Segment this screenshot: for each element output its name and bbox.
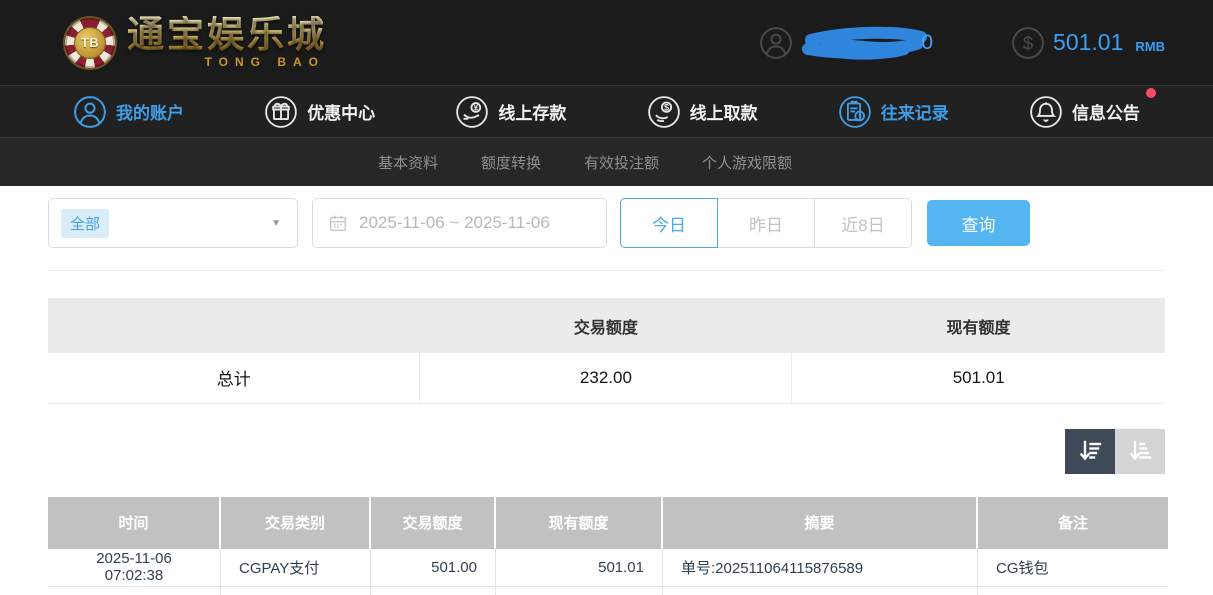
summary-header-empty xyxy=(48,298,420,353)
account-area: 0 $ 501.01 RMB xyxy=(759,25,1165,61)
balance-amount: 501.01 xyxy=(1053,29,1123,56)
category-selected-value: 全部 xyxy=(61,209,109,238)
nav-item-announcements[interactable]: 信息公告 xyxy=(1029,95,1140,129)
record-summary: 单号:202511064115876589 xyxy=(663,549,978,587)
summary-transaction-amount: 232.00 xyxy=(420,353,792,403)
table-row-partial xyxy=(48,587,1168,595)
sort-descending-button[interactable] xyxy=(1065,429,1115,474)
date-range-input[interactable]: 2025-11-06 ~ 2025-11-06 xyxy=(312,198,607,248)
record-current-amount: 501.01 xyxy=(496,549,663,587)
balance-currency: RMB xyxy=(1135,32,1165,54)
subnav-item-basic-info[interactable]: 基本资料 xyxy=(378,152,438,173)
brand-name-en: TONG BAO xyxy=(127,55,327,69)
records-header-current-amount: 现有额度 xyxy=(496,497,663,549)
records-header-row: 时间 交易类别 交易额度 现有额度 摘要 备注 xyxy=(48,497,1168,549)
summary-header-transaction-amount: 交易额度 xyxy=(420,298,792,353)
svg-text:$: $ xyxy=(664,102,669,112)
nav-label: 信息公告 xyxy=(1072,99,1140,124)
sort-ascending-button[interactable] xyxy=(1115,429,1165,474)
transaction-records-table: 时间 交易类别 交易额度 现有额度 摘要 备注 2025-11-06 07:02… xyxy=(48,497,1168,595)
subnav-item-valid-bets[interactable]: 有效投注额 xyxy=(584,152,659,173)
records-header-remark: 备注 xyxy=(978,497,1168,549)
user-icon xyxy=(759,26,793,60)
nav-label: 线上存款 xyxy=(498,99,566,124)
brand-name-cn: 通宝娱乐城 xyxy=(127,16,327,53)
nav-item-my-account[interactable]: 我的账户 xyxy=(73,95,184,129)
account-sub-navigation: 基本资料 额度转换 有效投注额 个人游戏限额 xyxy=(0,137,1213,186)
svg-text:$: $ xyxy=(1023,32,1033,53)
brand-logo[interactable]: TB 通宝娱乐城 TONG BAO xyxy=(65,16,327,69)
records-clipboard-clock-icon xyxy=(838,95,872,129)
filter-bar: 全部 ▼ 2025-11-06 ~ 2025-11-06 今日 昨日 近8日 查… xyxy=(48,198,1165,271)
brand-text: 通宝娱乐城 TONG BAO xyxy=(127,16,327,69)
svg-text:¥: ¥ xyxy=(474,102,479,112)
main-content: 全部 ▼ 2025-11-06 ~ 2025-11-06 今日 昨日 近8日 查… xyxy=(0,186,1213,595)
search-button[interactable]: 查询 xyxy=(927,200,1030,246)
nav-label: 优惠中心 xyxy=(307,99,375,124)
record-remark: CG钱包 xyxy=(978,549,1168,587)
calendar-icon xyxy=(327,212,349,234)
subnav-item-personal-game-limits[interactable]: 个人游戏限额 xyxy=(702,152,792,173)
records-header-transaction-amount: 交易额度 xyxy=(371,497,496,549)
username-display[interactable]: 0 xyxy=(759,25,933,61)
record-type: CGPAY支付 xyxy=(221,549,371,587)
nav-label: 我的账户 xyxy=(116,99,184,124)
nav-item-online-deposit[interactable]: ¥ 线上存款 xyxy=(455,95,566,129)
summary-current-amount: 501.01 xyxy=(792,353,1165,403)
summary-total-row: 总计 232.00 501.01 xyxy=(48,353,1165,403)
poker-chip-icon: TB xyxy=(65,18,115,68)
summary-total-label: 总计 xyxy=(48,353,420,403)
notification-dot xyxy=(1146,88,1156,98)
records-header-summary: 摘要 xyxy=(663,497,978,549)
balance-display[interactable]: $ 501.01 RMB xyxy=(1011,26,1165,60)
summary-table: 交易额度 现有额度 总计 232.00 501.01 xyxy=(48,298,1165,404)
nav-item-promotions[interactable]: 优惠中心 xyxy=(264,95,375,129)
quick-filter-yesterday-button[interactable]: 昨日 xyxy=(717,198,815,248)
date-range-value: 2025-11-06 ~ 2025-11-06 xyxy=(359,213,550,233)
chip-initials: TB xyxy=(74,27,106,59)
sort-ascending-icon xyxy=(1127,438,1153,464)
category-select[interactable]: 全部 ▼ xyxy=(48,198,298,248)
sort-descending-icon xyxy=(1077,438,1103,464)
subnav-item-credit-transfer[interactable]: 额度转换 xyxy=(481,152,541,173)
record-transaction-amount: 501.00 xyxy=(371,549,496,587)
summary-header-row: 交易额度 现有额度 xyxy=(48,298,1165,353)
summary-header-current-amount: 现有额度 xyxy=(792,298,1165,353)
nav-item-transaction-records[interactable]: 往来记录 xyxy=(838,95,949,129)
records-header-type: 交易类别 xyxy=(221,497,371,549)
dollar-icon: $ xyxy=(1011,26,1045,60)
quick-filter-today-button[interactable]: 今日 xyxy=(620,198,718,248)
record-time: 2025-11-06 07:02:38 xyxy=(48,549,221,587)
table-row: 2025-11-06 07:02:38 CGPAY支付 501.00 501.0… xyxy=(48,549,1168,587)
quick-range-button-group: 今日 昨日 近8日 xyxy=(620,198,912,248)
nav-label: 线上取款 xyxy=(690,99,758,124)
withdraw-hand-dollar-icon: $ xyxy=(647,95,681,129)
bell-icon xyxy=(1029,95,1063,129)
records-header-time: 时间 xyxy=(48,497,221,549)
nav-item-online-withdrawal[interactable]: $ 线上取款 xyxy=(647,95,758,129)
username-redaction-scribble xyxy=(801,25,929,61)
username-visible-suffix: 0 xyxy=(921,31,933,55)
chevron-down-icon: ▼ xyxy=(271,218,281,229)
deposit-hand-coin-icon: ¥ xyxy=(455,95,489,129)
gift-icon xyxy=(264,95,298,129)
sort-controls xyxy=(48,429,1165,474)
quick-filter-last8days-button[interactable]: 近8日 xyxy=(814,198,912,248)
main-navigation: 我的账户 优惠中心 ¥ 线上存款 $ 线上取款 xyxy=(0,85,1213,137)
user-icon xyxy=(73,95,107,129)
top-header: TB 通宝娱乐城 TONG BAO 0 xyxy=(0,0,1213,85)
nav-label: 往来记录 xyxy=(881,99,949,124)
